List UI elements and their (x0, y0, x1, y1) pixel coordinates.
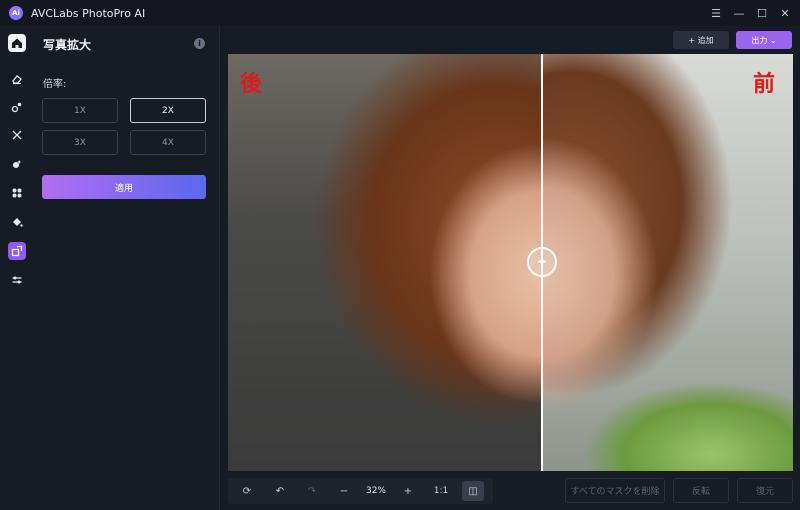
eraser-tool[interactable] (8, 70, 26, 88)
retouch-tool[interactable] (8, 98, 26, 116)
after-image (228, 54, 542, 471)
background-icon (13, 160, 22, 168)
title-bar: Ai AVCLabs PhotoPro AI ☰ — ☐ ✕ (0, 0, 800, 26)
colorize-tool[interactable] (8, 184, 26, 202)
view-toolbar: ⟳ ↶ ↷ − 32% + 1:1 ◫ (228, 478, 493, 504)
maximize-button[interactable]: ☐ (751, 2, 773, 24)
undo-button[interactable]: ↶ (268, 478, 292, 504)
info-icon[interactable]: i (194, 38, 205, 49)
export-button[interactable]: 出力 ⌄ (736, 31, 792, 49)
menu-button[interactable]: ☰ (705, 2, 727, 24)
close-button[interactable]: ✕ (774, 2, 796, 24)
actual-size-button[interactable]: 1:1 (426, 478, 456, 504)
scale-option-3x[interactable]: 3X (42, 130, 118, 155)
background-tool[interactable] (8, 155, 26, 173)
upscale-tool[interactable] (8, 242, 26, 260)
sharpen-tool[interactable] (8, 126, 26, 144)
eraser-icon (12, 75, 22, 85)
scale-option-1x[interactable]: 1X (42, 98, 118, 123)
zoom-out-button[interactable]: − (332, 478, 356, 504)
home-icon (12, 38, 22, 48)
compare-view-button[interactable]: ◫ (462, 481, 484, 501)
scale-option-2x[interactable]: 2X (130, 98, 206, 123)
compare-slider-handle[interactable]: ◂▸ (527, 247, 557, 277)
before-image (542, 54, 793, 471)
zoom-level: 32% (365, 486, 386, 496)
adjust-icon (12, 276, 22, 284)
invert-button[interactable]: 反転 (673, 478, 729, 503)
colorize-icon (12, 188, 22, 198)
scale-label: 倍率: (43, 79, 67, 90)
scale-option-4x[interactable]: 4X (130, 130, 206, 155)
compare-icon: ◫ (468, 485, 478, 497)
panel-title: 写真拡大 (43, 38, 92, 52)
redo-button[interactable]: ↷ (300, 478, 324, 504)
upscale-icon (11, 245, 23, 257)
redo-icon: ↷ (307, 485, 317, 497)
window-controls: ☰ — ☐ ✕ (704, 0, 796, 26)
apply-button[interactable]: 適用 (42, 175, 206, 199)
delete-all-masks-button[interactable]: すべてのマスクを削除 (565, 478, 665, 503)
tool-rail (0, 26, 34, 510)
fill-icon (13, 218, 23, 227)
after-label: 後 (240, 71, 263, 97)
minimize-button[interactable]: — (728, 2, 750, 24)
image-preview[interactable]: ◂▸ 後 前 (228, 54, 793, 471)
reset-icon: ⟳ (242, 485, 252, 497)
before-label: 前 (752, 71, 775, 97)
fill-tool[interactable] (8, 213, 26, 231)
retouch-icon (11, 102, 22, 113)
zoom-in-button[interactable]: + (396, 478, 420, 504)
app-logo: Ai (9, 6, 23, 20)
undo-icon: ↶ (275, 485, 285, 497)
adjust-tool[interactable] (8, 271, 26, 289)
action-bar: + 追加 出力 ⌄ (221, 26, 800, 54)
sharpen-icon (12, 130, 22, 140)
upscale-panel: 写真拡大 i 倍率: 1X 2X 3X 4X 適用 (34, 26, 220, 510)
add-button[interactable]: + 追加 (673, 31, 729, 49)
home-button[interactable] (8, 34, 26, 52)
restore-button[interactable]: 復元 (737, 478, 793, 503)
reset-view-button[interactable]: ⟳ (234, 478, 260, 504)
app-title: AVCLabs PhotoPro AI (31, 6, 146, 20)
